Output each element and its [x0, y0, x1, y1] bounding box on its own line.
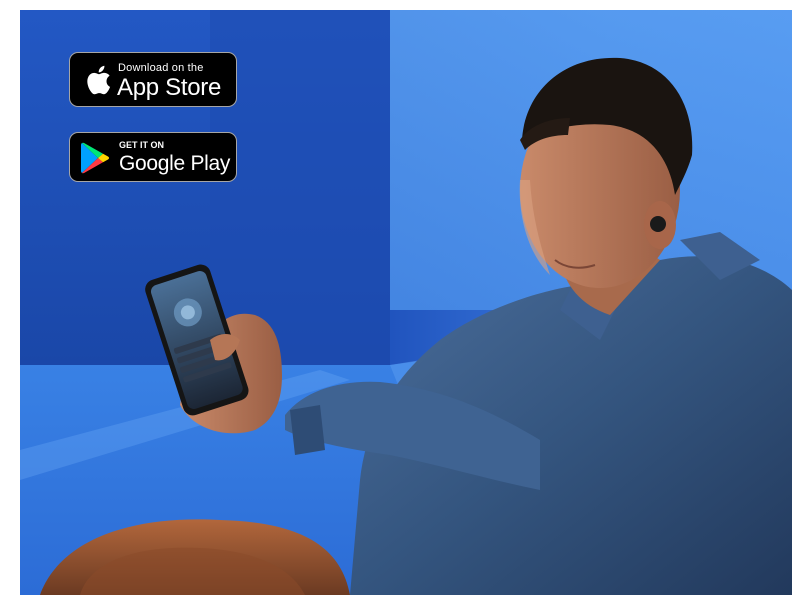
apple-icon	[87, 65, 111, 95]
app-store-small-text: Download on the	[118, 62, 204, 74]
google-play-small-text: GET IT ON	[119, 140, 164, 150]
app-store-badge[interactable]: Download on the App Store	[69, 52, 237, 107]
google-play-badge[interactable]: GET IT ON Google Play	[69, 132, 237, 182]
google-play-icon	[81, 142, 110, 174]
app-store-big-text: App Store	[117, 74, 222, 101]
hero-image-frame: Download on the App Store GET IT ON Goog…	[20, 10, 792, 595]
google-play-big-text: Google Play	[119, 152, 231, 175]
